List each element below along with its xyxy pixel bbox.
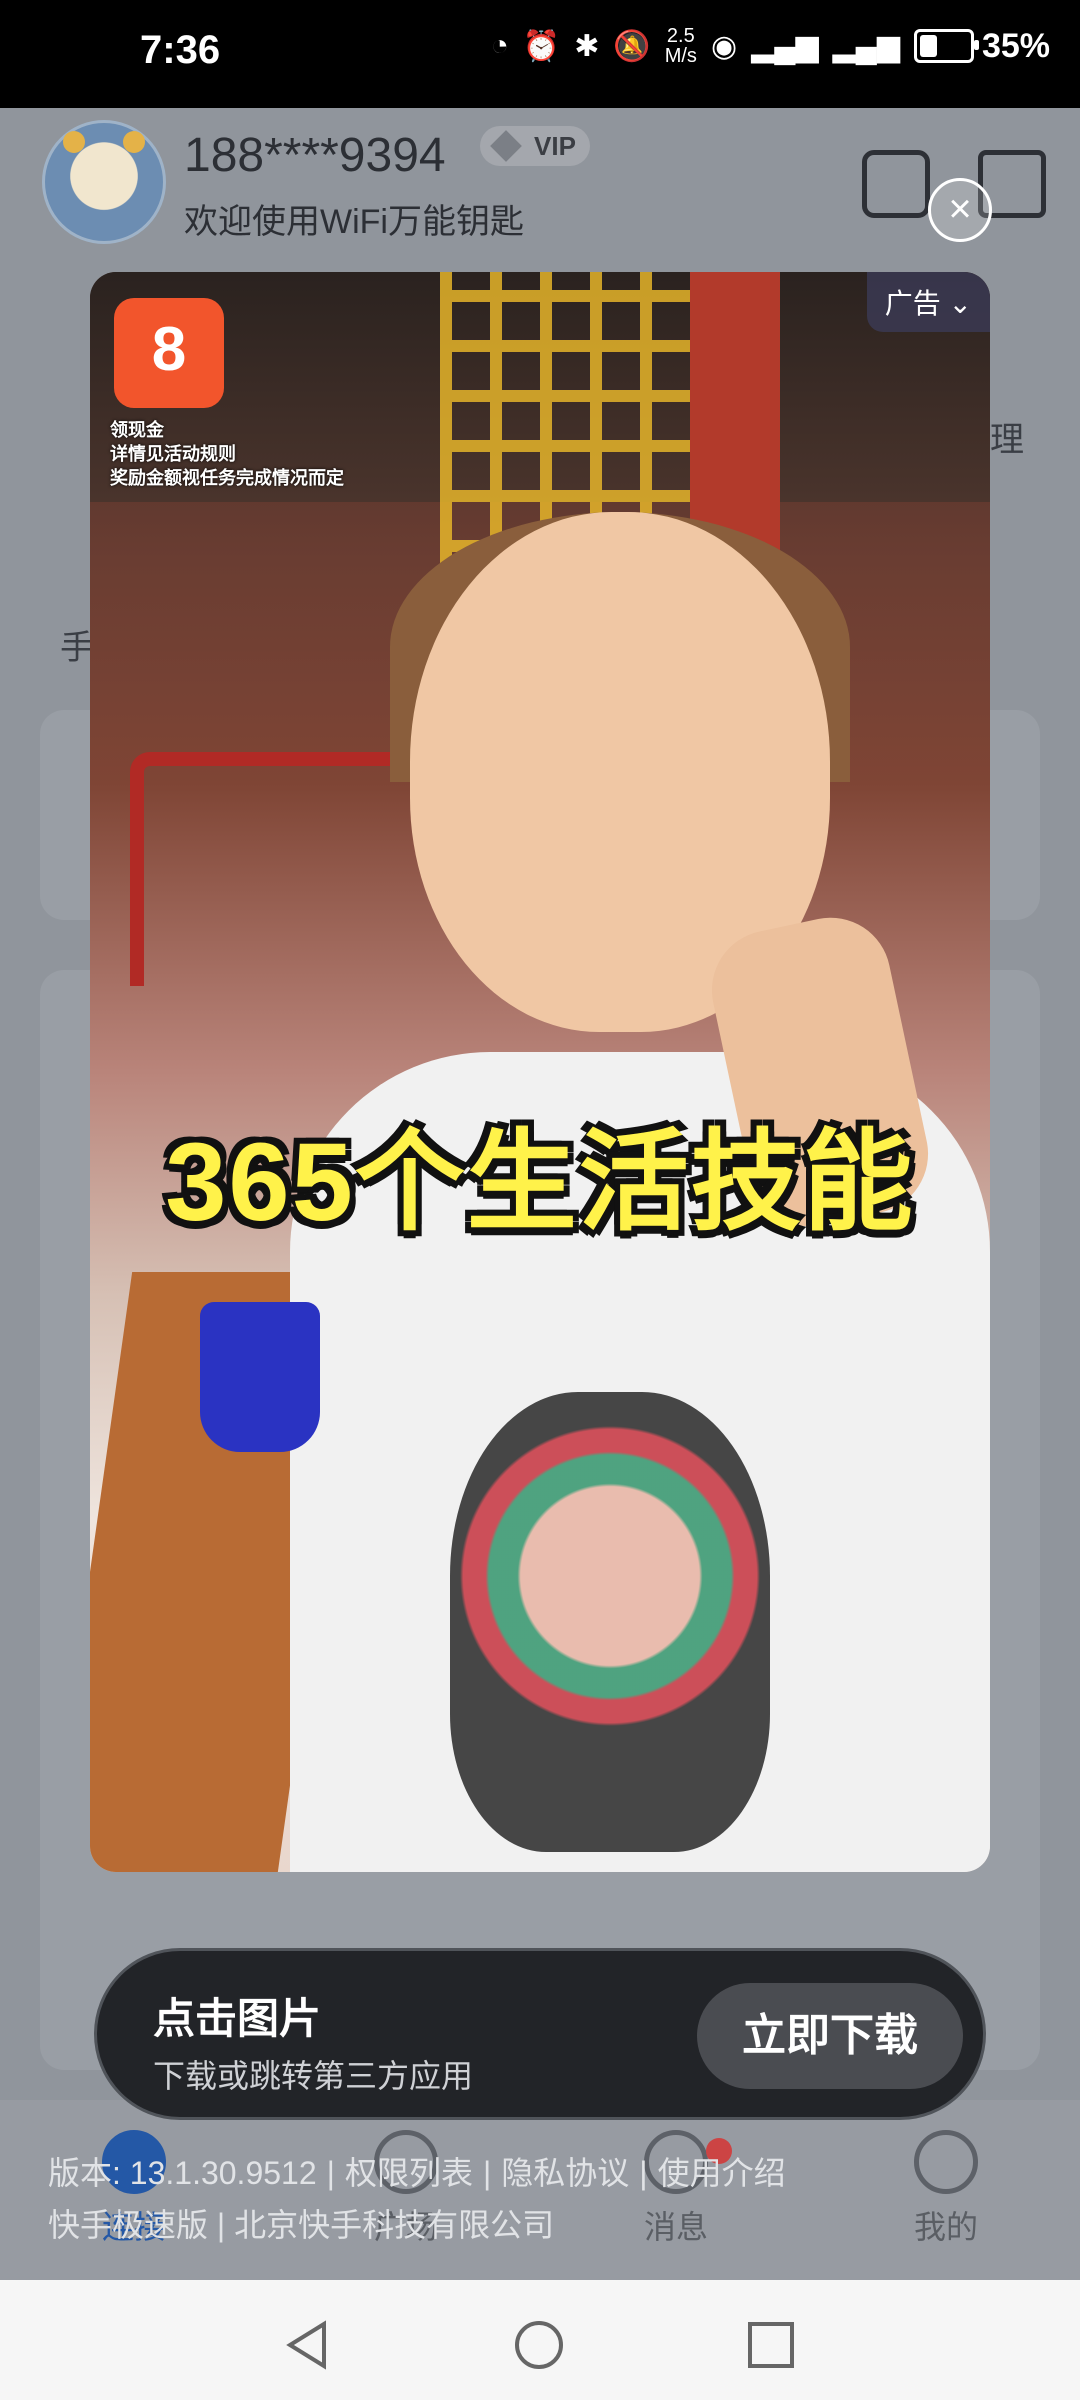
cta-subtitle: 下载或跳转第三方应用	[153, 2058, 474, 2094]
intro-link[interactable]: 使用介绍	[658, 2155, 786, 2191]
vip-badge[interactable]: VIP	[480, 126, 590, 166]
welcome-text: 欢迎使用WiFi万能钥匙	[184, 203, 524, 241]
footer-links: 版本: 13.1.30.9512 | 权限列表 | 隐私协议 | 使用介绍	[48, 2155, 786, 2191]
recents-icon[interactable]	[744, 2318, 798, 2372]
back-icon[interactable]	[280, 2318, 334, 2372]
diamond-icon	[490, 130, 522, 162]
permissions-link[interactable]: 权限列表	[345, 2155, 473, 2191]
battery-percent: 35%	[981, 26, 1050, 65]
mute-icon: 🔕	[613, 29, 651, 63]
wifi-icon: ◉	[710, 29, 738, 63]
privacy-link[interactable]: 隐私协议	[501, 2155, 629, 2191]
ad-cta-bar[interactable]: 点击图片 下载或跳转第三方应用 立即下载	[94, 1948, 986, 2120]
status-bar: 7:36 ◔ ⏰ ✱ 🔕 2.5 M/s ◉ ▂▄▆ ▂▄▆ 35%	[0, 0, 1080, 108]
ad-label[interactable]: 广告 ⌄	[866, 272, 990, 332]
ad-headline: 365个生活技能	[165, 1121, 915, 1244]
avatar[interactable]	[42, 120, 166, 244]
ad-close-button[interactable]: ×	[928, 178, 992, 242]
status-icons: ◔ ⏰ ✱ 🔕 2.5 M/s ◉ ▂▄▆ ▂▄▆ 35%	[491, 26, 1050, 66]
kuaishou-logo-icon: 8	[114, 298, 224, 408]
ad-small-print: 领现金 详情见活动规则 奖励金额视任务完成情况而定	[110, 420, 344, 488]
alarm-icon: ⏰	[522, 29, 561, 63]
home-icon[interactable]	[512, 2318, 566, 2372]
ad-image[interactable]: 8 领现金 详情见活动规则 奖励金额视任务完成情况而定 广告 ⌄ 365个生活技…	[90, 272, 990, 1872]
network-speed: 2.5 M/s	[664, 25, 697, 67]
chevron-down-icon: ⌄	[948, 288, 972, 319]
battery-icon	[913, 29, 979, 63]
battery: 35%	[913, 26, 1050, 66]
speedometer-icon: ◔	[490, 29, 509, 62]
version-text: 版本: 13.1.30.9512	[48, 2155, 317, 2191]
user-phone: 188****9394	[184, 129, 446, 182]
bg-fragment-right: 理	[990, 421, 1024, 459]
status-time: 7:36	[140, 28, 221, 72]
system-nav-bar	[0, 2280, 1080, 2400]
bluetooth-icon: ✱	[574, 29, 600, 63]
bg-fragment-left: 手	[60, 629, 94, 667]
signal-icon-2: ▂▄▆	[832, 29, 900, 63]
profile-face-icon	[914, 2130, 978, 2194]
nav-me[interactable]: 我的	[866, 2130, 1026, 2248]
ad-scene-cup	[200, 1302, 320, 1452]
download-button[interactable]: 立即下载	[697, 1983, 963, 2089]
cta-title: 点击图片	[153, 1995, 322, 2042]
scan-icon[interactable]	[862, 150, 930, 218]
company-text: 快手极速版 | 北京快手科技有限公司	[48, 2207, 555, 2243]
signal-icon: ▂▄▆	[751, 29, 819, 63]
ad-scene-shirt-print	[450, 1392, 770, 1852]
